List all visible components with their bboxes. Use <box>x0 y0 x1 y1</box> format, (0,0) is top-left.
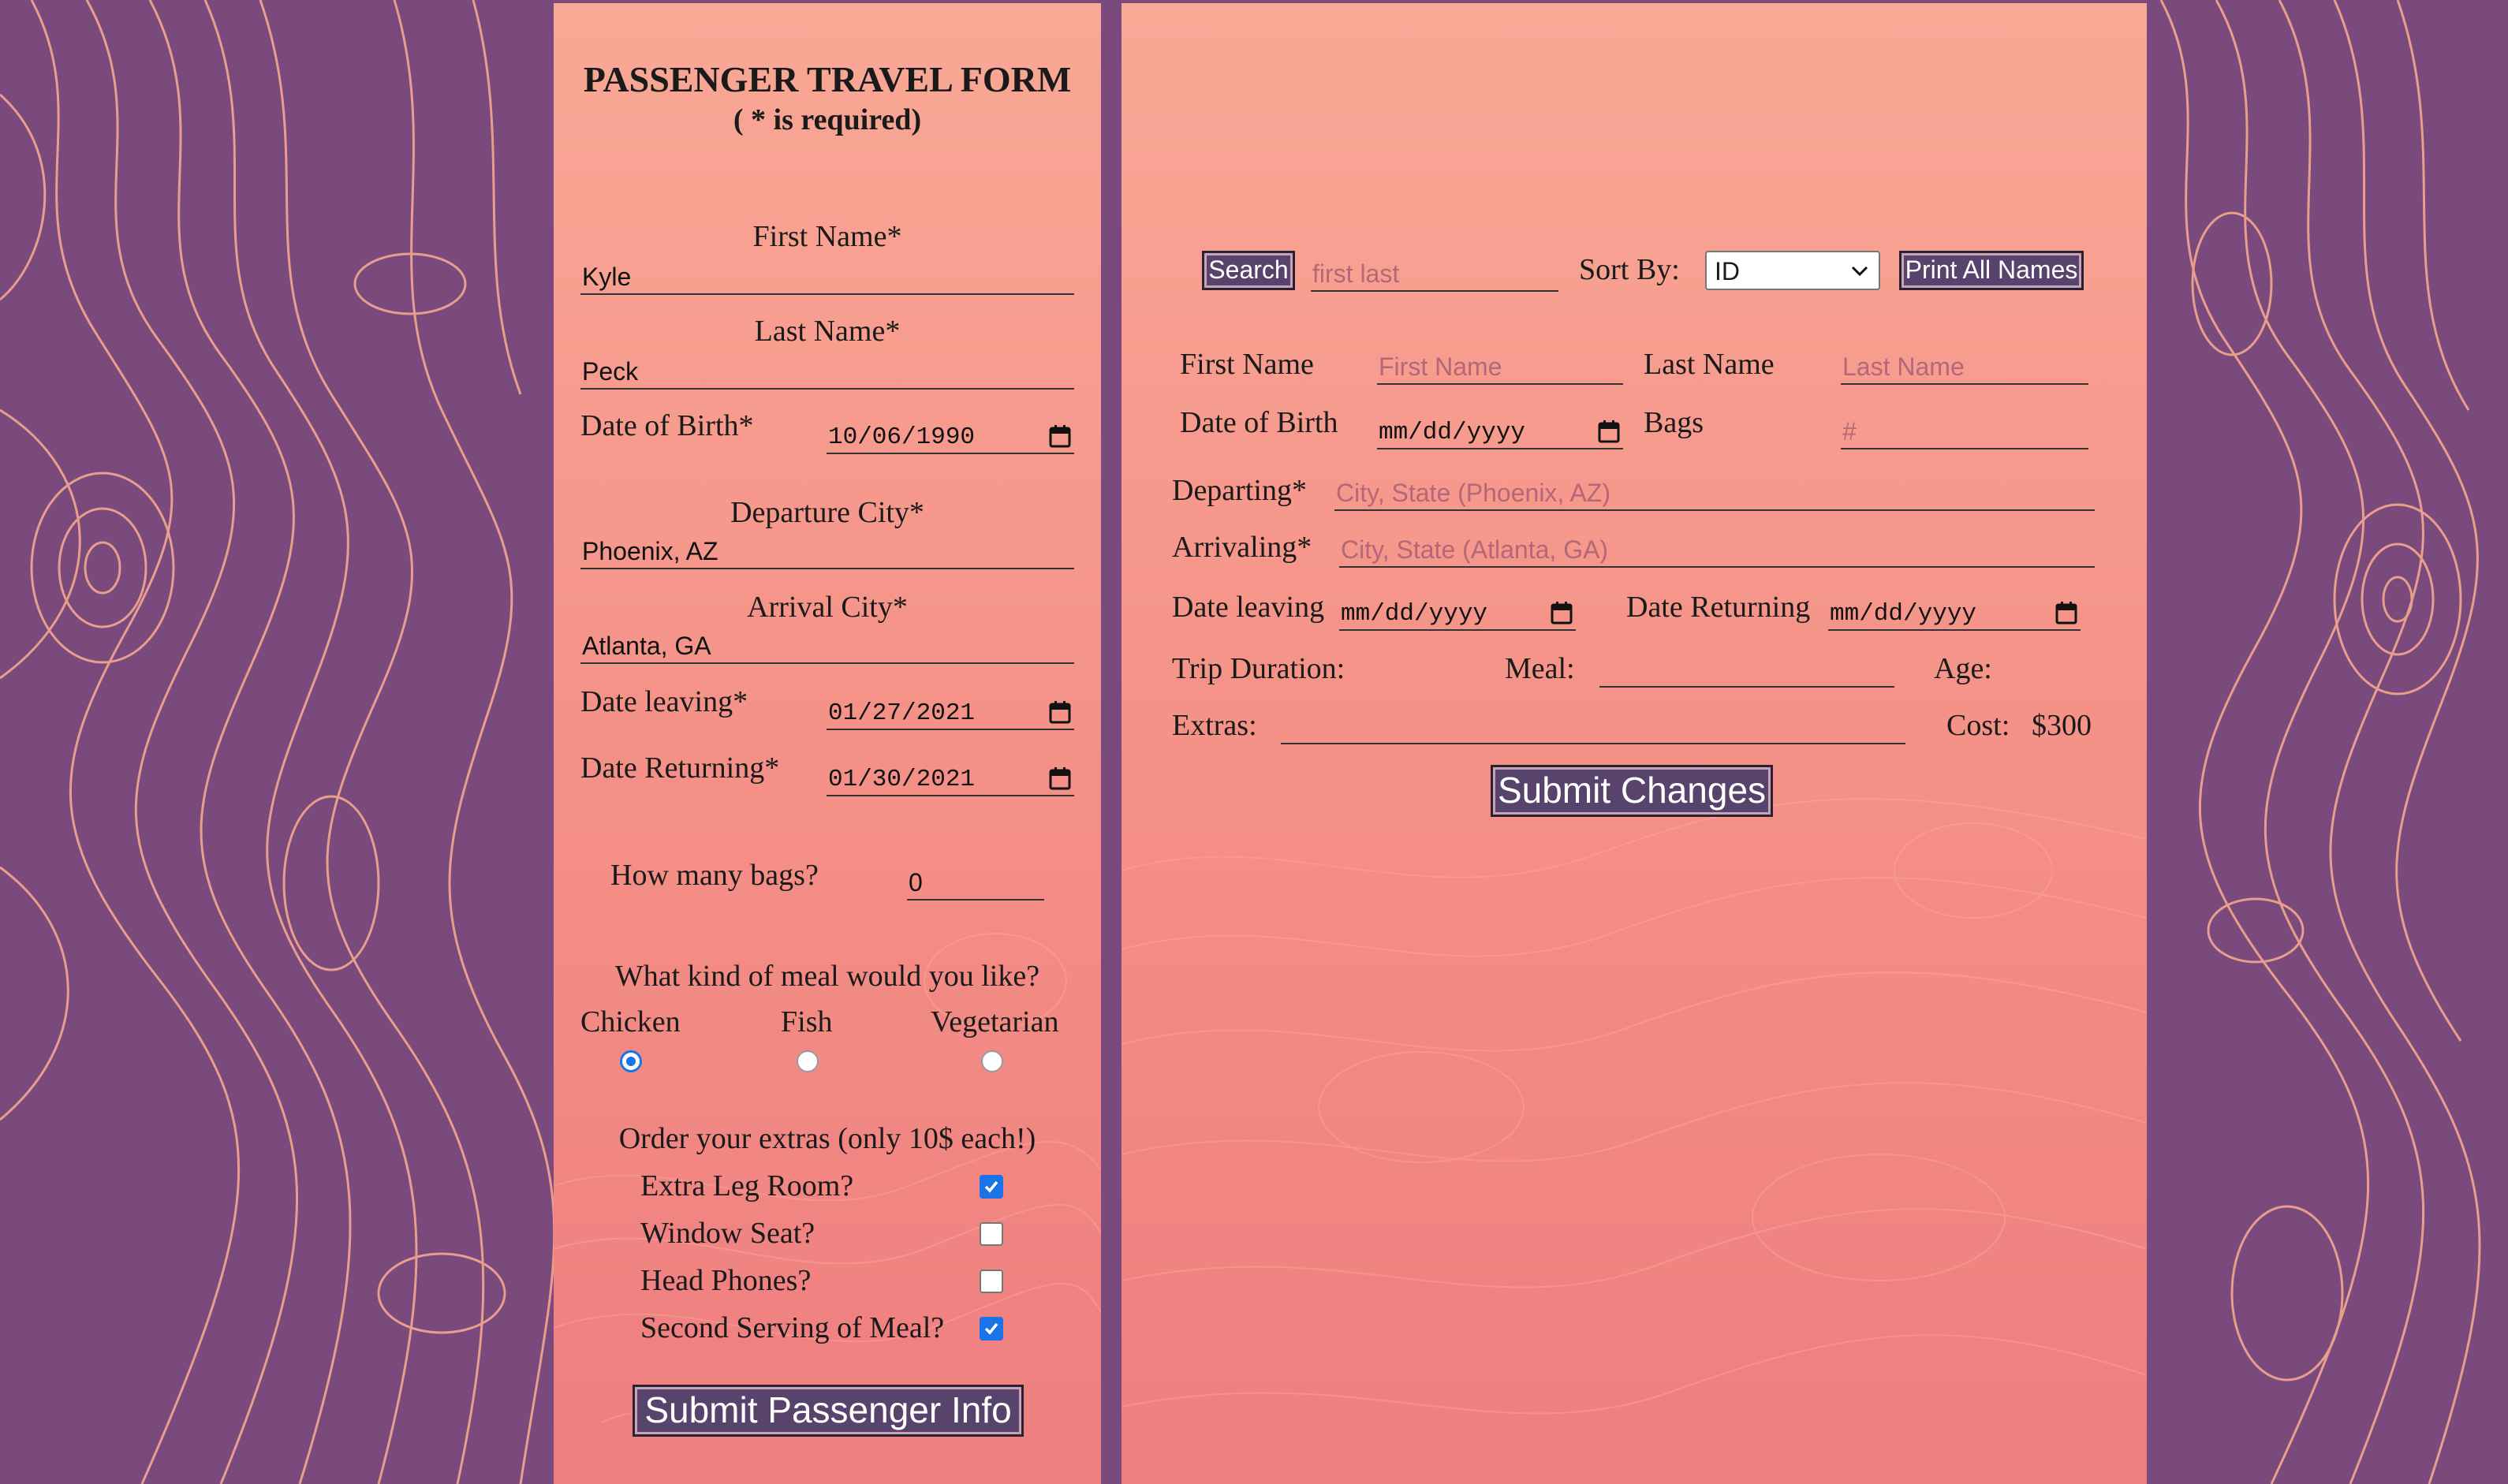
arrival-city-label: Arrival City* <box>747 591 908 624</box>
submit-passenger-info-button[interactable]: Submit Passenger Info <box>633 1385 1024 1437</box>
checkmark-icon <box>984 1180 998 1193</box>
head-phones-checkbox[interactable] <box>980 1270 1003 1293</box>
window-seat-label: Window Seat? <box>640 1217 815 1250</box>
extra-leg-room-checkbox[interactable] <box>980 1175 1003 1199</box>
edit-last-name-input[interactable]: Last Name <box>1841 347 2088 385</box>
edit-date-leaving-input[interactable]: mm/dd/yyyy <box>1339 593 1576 631</box>
meal-radio-vegetarian[interactable] <box>981 1050 1003 1072</box>
submit-changes-button[interactable]: Submit Changes <box>1491 765 1773 817</box>
edit-date-returning-label: Date Returning <box>1626 591 1811 624</box>
date-leaving-value: 01/27/2021 <box>828 699 976 727</box>
edit-departing-input[interactable]: City, State (Phoenix, AZ) <box>1334 473 2095 511</box>
chevron-down-icon <box>1851 266 1868 277</box>
extras-output-field <box>1281 707 1905 744</box>
edit-last-name-label: Last Name <box>1644 348 1775 381</box>
last-name-value: Peck <box>582 357 639 386</box>
extra-leg-room-label: Extra Leg Room? <box>640 1169 854 1202</box>
dob-value: 10/06/1990 <box>828 423 976 451</box>
last-name-input[interactable]: Peck <box>580 352 1074 390</box>
bags-input[interactable]: 0 <box>907 863 1044 900</box>
dob-label: Date of Birth* <box>580 409 754 442</box>
search-input[interactable]: first last <box>1311 251 1558 292</box>
edit-departing-label: Departing* <box>1172 474 1307 507</box>
edit-arriving-label: Arrivaling* <box>1172 531 1312 564</box>
calendar-icon[interactable] <box>1049 766 1071 790</box>
date-returning-value: 01/30/2021 <box>828 766 976 793</box>
age-label: Age: <box>1934 652 1992 685</box>
edit-bags-input[interactable]: # <box>1841 412 2088 449</box>
calendar-icon[interactable] <box>1049 424 1071 448</box>
edit-dob-placeholder: mm/dd/yyyy <box>1379 419 1526 446</box>
bags-label: How many bags? <box>610 859 819 892</box>
passenger-editor-panel: Search first last Sort By: ID Print All … <box>1122 3 2147 1484</box>
date-returning-label: Date Returning* <box>580 751 780 785</box>
last-name-label: Last Name* <box>754 315 901 348</box>
meal-radio-fish[interactable] <box>797 1050 819 1072</box>
extras-heading: Order your extras (only 10$ each!) <box>618 1122 1036 1155</box>
departure-city-input[interactable]: Phoenix, AZ <box>580 531 1074 569</box>
date-leaving-input[interactable]: 01/27/2021 <box>827 692 1074 730</box>
dob-date-input[interactable]: 10/06/1990 <box>827 416 1074 454</box>
edit-departing-placeholder: City, State (Phoenix, AZ) <box>1336 479 1610 507</box>
checkmark-icon <box>984 1322 998 1335</box>
print-all-names-button[interactable]: Print All Names <box>1899 251 2084 290</box>
departure-city-label: Departure City* <box>730 496 924 529</box>
edit-bags-label: Bags <box>1644 406 1704 439</box>
departure-city-value: Phoenix, AZ <box>582 537 718 565</box>
head-phones-label: Head Phones? <box>640 1264 812 1297</box>
first-name-value: Kyle <box>582 263 632 291</box>
meal-label: Meal: <box>1505 652 1575 685</box>
edit-date-leaving-placeholder: mm/dd/yyyy <box>1341 600 1488 628</box>
first-name-input[interactable]: Kyle <box>580 257 1074 295</box>
bags-value: 0 <box>909 868 923 897</box>
meal-option-chicken-label: Chicken <box>580 1005 681 1038</box>
sort-by-value: ID <box>1715 257 1740 285</box>
meal-option-fish-label: Fish <box>781 1005 833 1038</box>
search-placeholder: first last <box>1312 259 1400 288</box>
calendar-icon[interactable] <box>1551 601 1573 625</box>
window-seat-checkbox[interactable] <box>980 1222 1003 1246</box>
calendar-icon[interactable] <box>1049 700 1071 724</box>
edit-first-name-input[interactable]: First Name <box>1377 347 1623 385</box>
passenger-form-panel: PASSENGER TRAVEL FORM ( * is required) F… <box>554 3 1101 1484</box>
form-title: PASSENGER TRAVEL FORM <box>583 59 1072 99</box>
meal-radio-chicken[interactable] <box>620 1050 642 1072</box>
edit-last-name-placeholder: Last Name <box>1842 352 1965 381</box>
first-name-label: First Name* <box>752 220 902 253</box>
edit-arriving-placeholder: City, State (Atlanta, GA) <box>1341 535 1609 564</box>
edit-first-name-label: First Name <box>1180 348 1314 381</box>
form-subtitle: ( * is required) <box>733 103 922 136</box>
arrival-city-input[interactable]: Atlanta, GA <box>580 626 1074 664</box>
meal-output-field <box>1599 650 1894 688</box>
meal-question: What kind of meal would you like? <box>614 960 1040 993</box>
edit-dob-label: Date of Birth <box>1180 406 1338 439</box>
edit-date-returning-placeholder: mm/dd/yyyy <box>1830 600 1977 628</box>
edit-dob-input[interactable]: mm/dd/yyyy <box>1377 412 1623 449</box>
calendar-icon[interactable] <box>1598 419 1620 443</box>
cost-value: $300 <box>2032 709 2092 742</box>
sort-by-label: Sort By: <box>1579 253 1680 286</box>
edit-bags-placeholder: # <box>1842 417 1857 446</box>
edit-arriving-input[interactable]: City, State (Atlanta, GA) <box>1339 530 2095 568</box>
calendar-icon[interactable] <box>2055 601 2077 625</box>
edit-date-leaving-label: Date leaving <box>1172 591 1325 624</box>
arrival-city-value: Atlanta, GA <box>582 632 711 660</box>
second-serving-label: Second Serving of Meal? <box>640 1311 945 1344</box>
date-returning-input[interactable]: 01/30/2021 <box>827 759 1074 796</box>
date-leaving-label: Date leaving* <box>580 685 748 718</box>
edit-first-name-placeholder: First Name <box>1379 352 1502 381</box>
edit-date-returning-input[interactable]: mm/dd/yyyy <box>1828 593 2081 631</box>
cost-label: Cost: <box>1946 709 2010 742</box>
extras-label: Extras: <box>1172 709 1257 742</box>
search-button[interactable]: Search <box>1202 251 1295 290</box>
trip-duration-label: Trip Duration: <box>1172 652 1345 685</box>
meal-option-vegetarian-label: Vegetarian <box>931 1005 1059 1038</box>
sort-by-select[interactable]: ID <box>1705 251 1880 290</box>
second-serving-checkbox[interactable] <box>980 1317 1003 1340</box>
